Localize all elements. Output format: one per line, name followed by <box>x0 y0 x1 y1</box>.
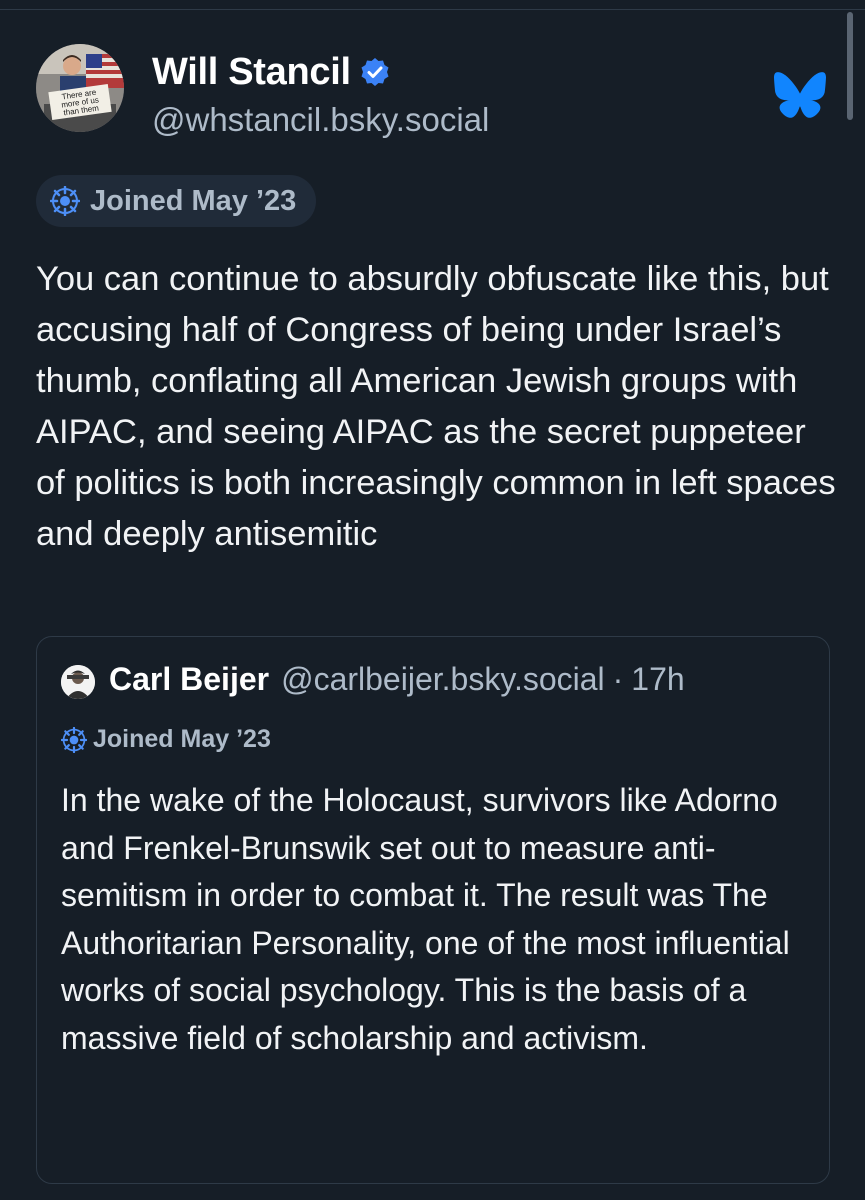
scrollbar[interactable] <box>847 12 853 120</box>
quoted-post-timestamp[interactable]: 17h <box>631 661 684 698</box>
top-divider <box>0 0 865 10</box>
quoted-joined-label: Joined May ’23 <box>93 725 271 753</box>
author-handle[interactable]: @whstancil.bsky.social <box>152 101 489 139</box>
header-separator: · <box>612 661 624 697</box>
quoted-author-name[interactable]: Carl Beijer <box>109 661 269 698</box>
quoted-author-handle[interactable]: @carlbeijer.bsky.social <box>281 661 605 698</box>
quoted-post-header: Carl Beijer @carlbeijer.bsky.social · 17… <box>109 661 685 705</box>
author-avatar-image: There are more of us than them <box>36 44 124 132</box>
new-account-badge-icon <box>61 726 87 753</box>
post-body-text: You can continue to absurdly obfuscate l… <box>36 260 836 553</box>
joined-label: Joined May ’23 <box>90 184 297 217</box>
quoted-author-avatar[interactable] <box>61 665 95 699</box>
quoted-author-avatar-image <box>61 665 95 699</box>
author-avatar[interactable]: There are more of us than them <box>36 44 124 132</box>
quoted-post-card[interactable]: Carl Beijer @carlbeijer.bsky.social · 17… <box>36 636 830 1184</box>
joined-badge[interactable]: Joined May ’23 <box>36 175 317 227</box>
quoted-post-body-text: In the wake of the Holocaust, survivors … <box>61 782 790 1056</box>
verified-check-icon <box>361 58 389 86</box>
bluesky-butterfly-icon <box>774 72 826 118</box>
author-name-row[interactable]: Will Stancil <box>152 48 391 96</box>
author-display-name[interactable]: Will Stancil <box>152 51 351 94</box>
quoted-joined-badge[interactable]: Joined May ’23 <box>61 725 271 754</box>
new-account-badge-icon <box>50 186 80 216</box>
